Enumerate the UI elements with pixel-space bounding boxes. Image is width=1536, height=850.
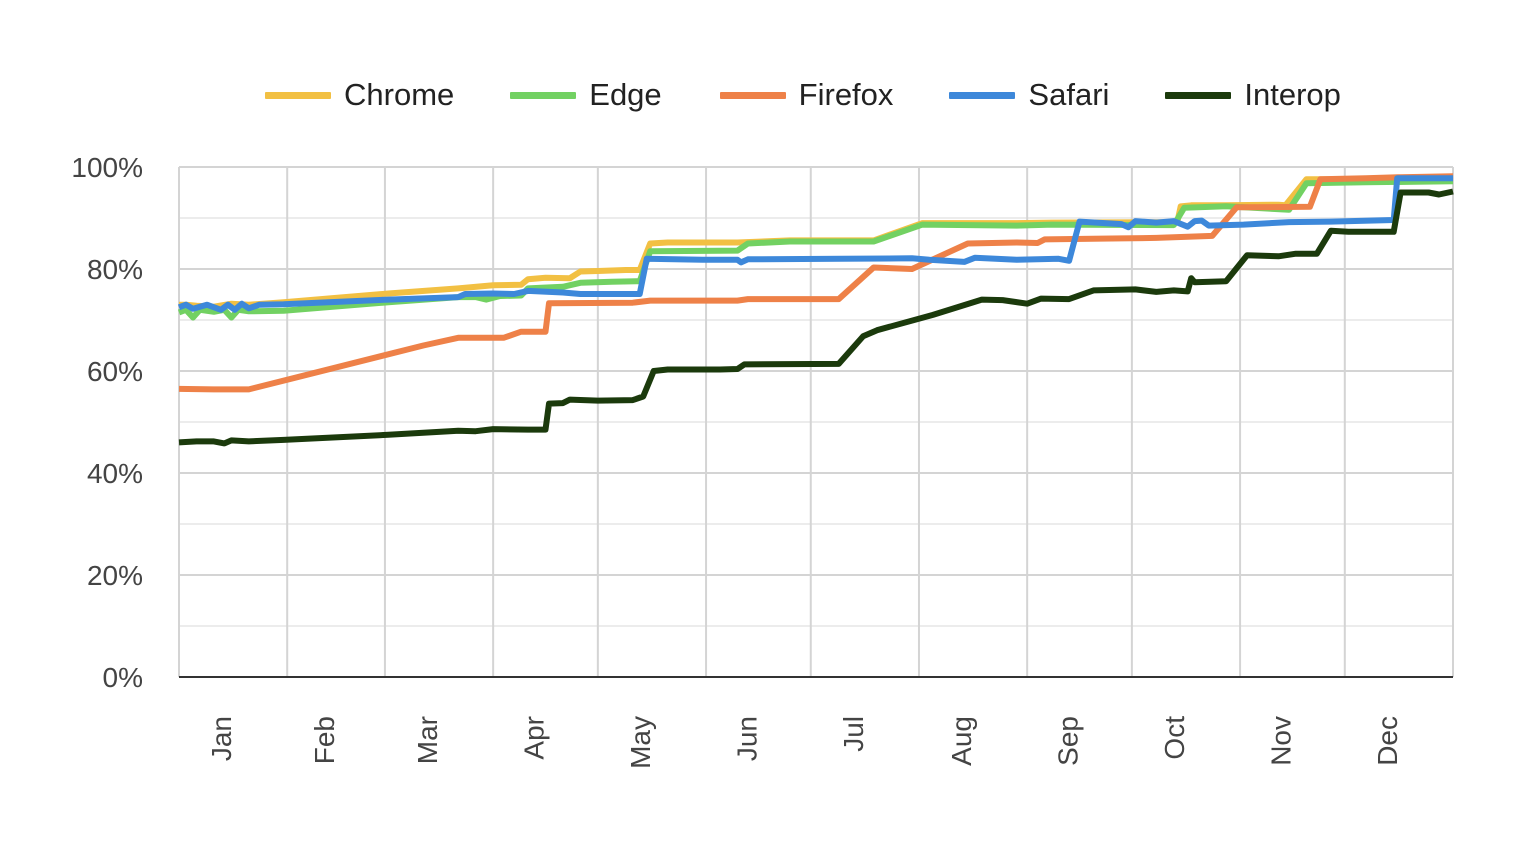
x-tick-label: Dec bbox=[1372, 716, 1403, 766]
series-line-firefox bbox=[178, 173, 1454, 393]
x-tick-label: May bbox=[625, 716, 656, 769]
y-axis-ticks: 0% 20% 40% 60% 80% 100% bbox=[71, 152, 143, 693]
y-tick-label: 100% bbox=[71, 152, 143, 183]
x-tick-label: Jan bbox=[206, 716, 237, 761]
series-lines bbox=[177, 173, 1454, 447]
y-tick-label: 40% bbox=[87, 458, 143, 489]
x-tick-label: Apr bbox=[518, 716, 549, 760]
x-tick-label: Jul bbox=[838, 716, 869, 752]
x-tick-label: Sep bbox=[1053, 716, 1084, 766]
y-tick-label: 60% bbox=[87, 356, 143, 387]
line-chart: 0% 20% 40% 60% 80% 100% Jan Feb Mar Apr May Jun Jul… bbox=[71, 152, 1454, 769]
x-axis-ticks: Jan Feb Mar Apr May Jun Jul Aug Sep Oct Nov Dec bbox=[206, 716, 1403, 769]
x-tick-label: Nov bbox=[1265, 716, 1296, 766]
y-tick-label: 20% bbox=[87, 560, 143, 591]
x-tick-label: Jun bbox=[731, 716, 762, 761]
x-tick-label: Mar bbox=[412, 716, 443, 764]
x-tick-label: Feb bbox=[309, 716, 340, 764]
series-line-interop bbox=[178, 188, 1454, 447]
y-tick-label: 0% bbox=[103, 662, 143, 693]
y-tick-label: 80% bbox=[87, 254, 143, 285]
x-tick-label: Oct bbox=[1159, 716, 1190, 760]
x-tick-label: Aug bbox=[946, 716, 977, 766]
